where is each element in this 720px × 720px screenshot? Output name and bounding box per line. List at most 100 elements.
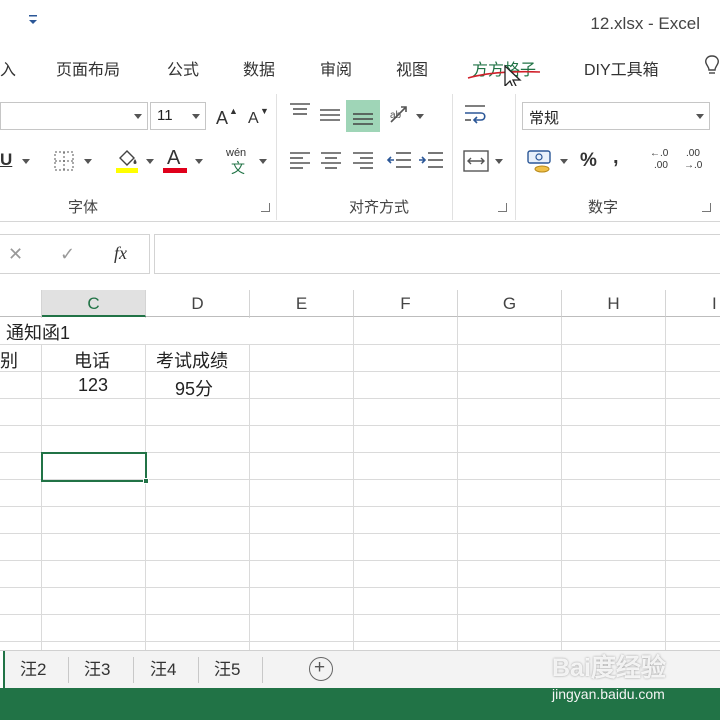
column-header-f[interactable]: F bbox=[354, 290, 458, 317]
tab-separator bbox=[133, 657, 134, 683]
increase-font-button[interactable]: A ▲ bbox=[214, 104, 240, 130]
border-dropdown-icon[interactable] bbox=[84, 159, 92, 164]
column-header-b[interactable] bbox=[0, 290, 42, 317]
phonetic-guide-button[interactable]: wén 文 bbox=[224, 147, 254, 176]
fill-color-icon[interactable] bbox=[114, 148, 142, 174]
column-header-d[interactable]: D bbox=[146, 290, 250, 317]
number-dialog-launcher-icon[interactable] bbox=[702, 203, 711, 212]
fill-color-dropdown-icon[interactable] bbox=[146, 159, 154, 164]
decrease-indent-icon[interactable] bbox=[386, 151, 412, 169]
grid-line bbox=[0, 587, 720, 588]
cell-c3[interactable]: 123 bbox=[78, 375, 108, 396]
grid-line bbox=[0, 533, 720, 534]
quick-access-dropdown-icon[interactable] bbox=[24, 10, 42, 30]
align-bottom-icon bbox=[353, 113, 373, 125]
font-color-dropdown-icon[interactable] bbox=[195, 159, 203, 164]
font-color-button[interactable]: A bbox=[163, 147, 189, 175]
underline-dropdown-icon[interactable] bbox=[22, 159, 30, 164]
align-top-icon[interactable] bbox=[289, 102, 311, 120]
column-header-h[interactable]: H bbox=[562, 290, 666, 317]
caret-down-icon: ▼ bbox=[260, 106, 269, 116]
grid-line bbox=[353, 317, 354, 650]
tab-data[interactable]: 数据 bbox=[243, 56, 275, 80]
align-middle-icon[interactable] bbox=[319, 106, 341, 124]
column-header-e[interactable]: E bbox=[250, 290, 354, 317]
border-icon[interactable] bbox=[54, 151, 76, 171]
alignment-group-label: 对齐方式 bbox=[349, 199, 410, 216]
wrap-text-icon[interactable] bbox=[463, 103, 489, 127]
tab-view[interactable]: 视图 bbox=[396, 56, 428, 80]
font-size-combo[interactable]: 11 bbox=[150, 102, 206, 130]
lightbulb-icon[interactable] bbox=[704, 54, 720, 78]
merge-center-icon[interactable] bbox=[463, 150, 489, 172]
align-right-icon[interactable] bbox=[352, 151, 374, 169]
grid-line bbox=[0, 398, 720, 399]
decrease-decimal-button[interactable]: .00 →.0 bbox=[684, 148, 712, 176]
grid-line bbox=[41, 317, 42, 650]
cancel-icon[interactable]: ✕ bbox=[8, 244, 23, 265]
increase-indent-icon[interactable] bbox=[418, 151, 444, 169]
cell-c2[interactable]: 电话 bbox=[74, 347, 110, 373]
insert-function-icon[interactable]: fx bbox=[114, 243, 127, 264]
alignment-dialog-launcher-icon[interactable] bbox=[498, 203, 507, 212]
column-header-i[interactable]: I bbox=[666, 290, 720, 317]
formula-bar: ✕ ✓ fx bbox=[0, 234, 720, 276]
sheet-tab[interactable]: 汪4 bbox=[150, 655, 176, 680]
number-format-combo[interactable]: 常规 bbox=[522, 102, 710, 130]
font-color-bar bbox=[163, 168, 187, 173]
title-cell-text: 通知函1 bbox=[6, 323, 71, 343]
font-size-value: 11 bbox=[157, 107, 173, 124]
add-sheet-button[interactable]: + bbox=[309, 657, 333, 681]
sheet-tab[interactable]: 汪5 bbox=[214, 655, 240, 680]
grid-line bbox=[0, 641, 720, 642]
caret-up-icon: ▲ bbox=[229, 106, 238, 116]
number-group-label: 数字 bbox=[588, 199, 619, 216]
phonetic-dropdown-icon[interactable] bbox=[259, 159, 267, 164]
cell-d2[interactable]: 考试成绩 bbox=[156, 347, 228, 373]
window-title: 12.xlsx - Excel bbox=[590, 14, 700, 33]
sheet-tab[interactable]: 汪2 bbox=[20, 655, 46, 680]
ribbon-tab-bar: 入 页面布局 公式 数据 审阅 视图 方方格子 DIY工具箱 bbox=[0, 48, 720, 86]
grid-line bbox=[0, 614, 720, 615]
column-header-c[interactable]: C bbox=[42, 290, 146, 317]
merged-title-cell[interactable]: 通知函1 bbox=[0, 318, 250, 344]
watermark-url: jingyan.baidu.com bbox=[552, 686, 665, 702]
decrease-font-button[interactable]: A ▼ bbox=[246, 104, 272, 130]
tab-formulas[interactable]: 公式 bbox=[167, 56, 199, 80]
title-bar: 12.xlsx - Excel bbox=[0, 0, 720, 48]
underline-button[interactable]: U bbox=[0, 150, 12, 170]
cell-d3[interactable]: 95分 bbox=[175, 375, 213, 401]
align-left-icon[interactable] bbox=[289, 151, 311, 169]
font-dialog-launcher-icon[interactable] bbox=[261, 203, 270, 212]
ribbon-separator bbox=[276, 94, 277, 220]
orientation-dropdown-icon[interactable] bbox=[416, 114, 424, 119]
increase-decimal-button[interactable]: ←.0 .00 bbox=[650, 148, 678, 176]
percent-style-button[interactable]: % bbox=[580, 150, 597, 172]
align-bottom-button[interactable] bbox=[346, 100, 380, 132]
comma-style-button[interactable]: , bbox=[613, 146, 619, 169]
tab-page-layout[interactable]: 页面布局 bbox=[56, 56, 120, 80]
tab-diy-toolbox[interactable]: DIY工具箱 bbox=[584, 56, 659, 80]
tab-insert[interactable]: 入 bbox=[0, 56, 16, 80]
ribbon-separator bbox=[452, 94, 453, 220]
grid-line bbox=[249, 317, 250, 650]
active-sheet-tab[interactable] bbox=[0, 651, 5, 688]
fill-handle[interactable] bbox=[143, 478, 149, 484]
cell-b2[interactable]: 别 bbox=[0, 347, 18, 373]
font-name-combo[interactable] bbox=[0, 102, 148, 130]
accounting-dropdown-icon[interactable] bbox=[560, 159, 568, 164]
orientation-icon[interactable]: ab bbox=[388, 104, 414, 126]
merge-dropdown-icon[interactable] bbox=[495, 159, 503, 164]
formula-bar-buttons: ✕ ✓ fx bbox=[0, 234, 150, 274]
active-cell-selection[interactable] bbox=[41, 452, 147, 482]
tab-review[interactable]: 审阅 bbox=[320, 56, 352, 80]
tab-separator bbox=[68, 657, 69, 683]
enter-icon[interactable]: ✓ bbox=[60, 244, 75, 265]
formula-input[interactable] bbox=[154, 234, 720, 274]
accounting-format-icon[interactable] bbox=[526, 148, 554, 174]
tab-separator bbox=[262, 657, 263, 683]
worksheet-grid[interactable]: C D E F G H I 通知函1 别 电话 考试成绩 123 95分 bbox=[0, 290, 720, 650]
column-header-g[interactable]: G bbox=[458, 290, 562, 317]
align-center-icon[interactable] bbox=[320, 151, 342, 169]
sheet-tab[interactable]: 汪3 bbox=[84, 655, 110, 680]
